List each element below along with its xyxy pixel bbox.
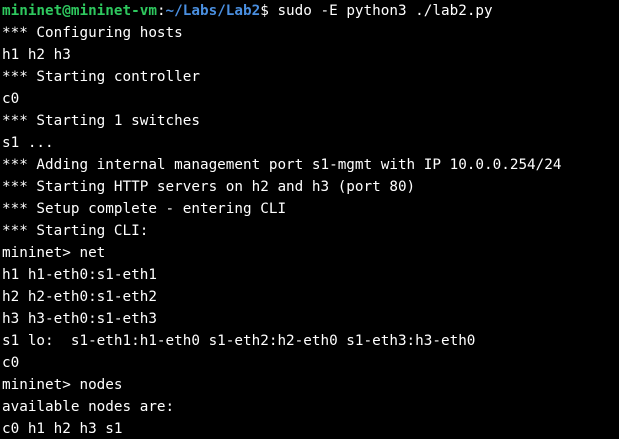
output-line: c0 h1 h2 h3 s1 bbox=[2, 421, 123, 437]
output-line: c0 bbox=[2, 355, 20, 371]
output-line: *** Adding internal management port s1-m… bbox=[2, 157, 562, 173]
output-line: *** Starting HTTP servers on h2 and h3 (… bbox=[2, 179, 416, 195]
output-line: *** Starting CLI: bbox=[2, 223, 149, 239]
output-line: *** Starting controller bbox=[2, 69, 200, 85]
output-line: *** Setup complete - entering CLI bbox=[2, 201, 287, 217]
output-line: *** Configuring hosts bbox=[2, 25, 183, 41]
shell-prompt-line: mininet@mininet-vm:~/Labs/Lab2$ sudo -E … bbox=[2, 0, 619, 22]
output-line: h1 h2 h3 bbox=[2, 47, 71, 63]
output-line: c0 bbox=[2, 91, 20, 107]
prompt-user-host: mininet@mininet-vm bbox=[2, 3, 157, 19]
prompt-path: ~/Labs/Lab2 bbox=[165, 3, 261, 19]
mininet-command-line: mininet> net bbox=[2, 245, 106, 261]
output-line: available nodes are: bbox=[2, 399, 175, 415]
mininet-command-line: mininet> nodes bbox=[2, 377, 123, 393]
output-line: s1 ... bbox=[2, 135, 54, 151]
output-line: h3 h3-eth0:s1-eth3 bbox=[2, 311, 157, 327]
prompt-separator: : bbox=[156, 3, 166, 19]
output-line: s1 lo: s1-eth1:h1-eth0 s1-eth2:h2-eth0 s… bbox=[2, 333, 476, 349]
output-line: h1 h1-eth0:s1-eth1 bbox=[2, 267, 157, 283]
prompt-symbol: $ bbox=[260, 3, 278, 19]
output-line: h2 h2-eth0:s1-eth2 bbox=[2, 289, 157, 305]
terminal-window[interactable]: mininet@mininet-vm:~/Labs/Lab2$ sudo -E … bbox=[0, 0, 619, 439]
output-line: *** Starting 1 switches bbox=[2, 113, 200, 129]
prompt-command: sudo -E python3 ./lab2.py bbox=[277, 3, 493, 19]
